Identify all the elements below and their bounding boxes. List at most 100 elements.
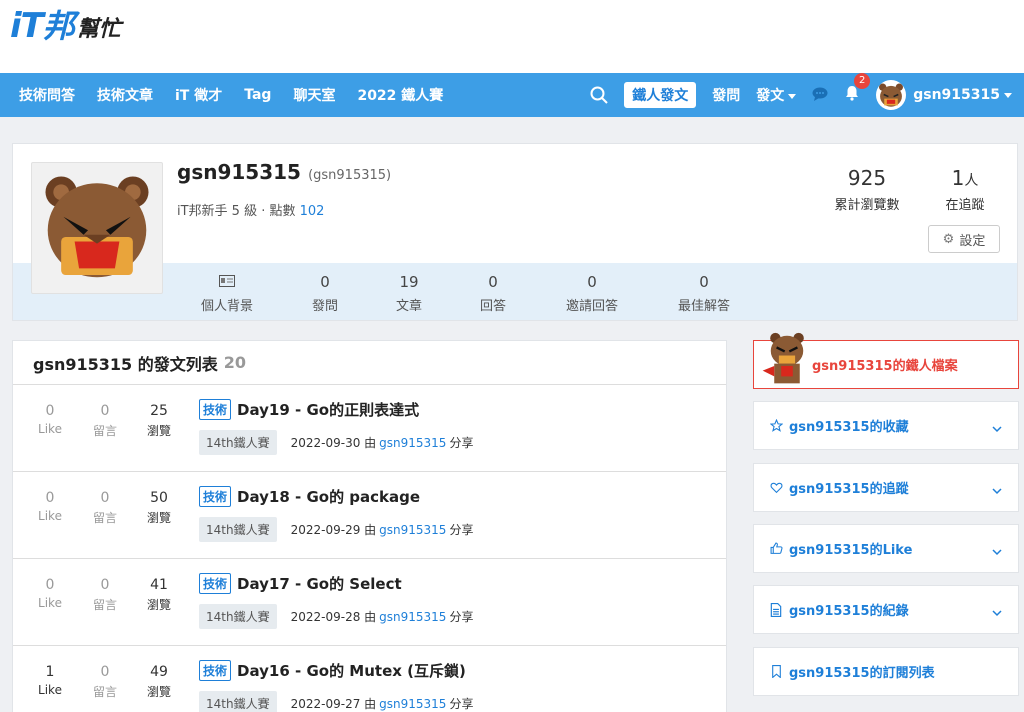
chat-icon[interactable] [812, 86, 828, 105]
chevron-down-icon [992, 480, 1002, 499]
notifications[interactable]: 2 [844, 73, 871, 105]
id-card-icon [195, 273, 259, 293]
view-count: 49 [150, 664, 168, 680]
post-meta: 14th鐵人賽 2022-09-30 由 gsn915315 分享 [199, 430, 473, 455]
stat-answers-count: 0 [488, 273, 498, 291]
post-title-link[interactable]: Day16 - Go的 Mutex (互斥鎖) [237, 660, 466, 681]
ask-button[interactable]: 發問 [712, 85, 740, 105]
stat-answers[interactable]: 0 回答 [467, 273, 519, 314]
sidebar-item-label: gsn915315的收藏 [789, 420, 909, 435]
stat-best-answers[interactable]: 0 最佳解答 [669, 273, 739, 314]
view-count: 25 [150, 403, 168, 419]
tech-tag[interactable]: 技術 [199, 486, 232, 507]
reply-metric: 0 留言 [80, 403, 130, 439]
sidebar-ironman-profile[interactable]: gsn915315的鐵人檔案 [753, 332, 1019, 389]
heart-icon [769, 481, 783, 495]
series-tag[interactable]: 14th鐵人賽 [199, 430, 277, 455]
stat-questions[interactable]: 0 發問 [299, 273, 351, 314]
post-dropdown[interactable]: 發文 [756, 85, 797, 105]
series-tag[interactable]: 14th鐵人賽 [199, 604, 277, 629]
reply-count: 0 [100, 664, 110, 680]
like-count: 1 [45, 664, 55, 680]
series-tag[interactable]: 14th鐵人賽 [199, 691, 277, 712]
ironman-profile-label: gsn915315的鐵人檔案 [812, 359, 958, 374]
view-count: 50 [150, 490, 168, 506]
chevron-down-icon [992, 418, 1002, 437]
profile-name: gsn915315 (gsn915315) [177, 160, 391, 184]
site-logo[interactable]: iT 邦 幫忙 [10, 6, 121, 46]
views-stat: 925 累計瀏覽數 [831, 166, 903, 213]
post-meta: 14th鐵人賽 2022-09-28 由 gsn915315 分享 [199, 604, 473, 629]
list-item: 1 Like 0 留言 49 瀏覽 技術 Day16 - Go的 Mutex (互斥鎖… [13, 646, 726, 712]
settings-button[interactable]: ⚙ 設定 [928, 225, 1000, 253]
sidebar-item-likes[interactable]: gsn915315的Like [753, 524, 1019, 573]
list-item: 0 Like 0 留言 41 瀏覽 技術 Day17 - Go的 Select 14t… [13, 559, 726, 646]
sidebar-item-subscriptions[interactable]: gsn915315的訂閱列表 [753, 647, 1019, 696]
series-tag[interactable]: 14th鐵人賽 [199, 517, 277, 542]
post-author-link[interactable]: gsn915315 [379, 697, 446, 711]
nav-item-tech-qa[interactable]: 技術問答 [19, 85, 75, 105]
main-navbar: 技術問答 技術文章 iT 徵才 Tag 聊天室 2022 鐵人賽 鐵人發文 發問… [0, 73, 1024, 117]
nav-item-tech-articles[interactable]: 技術文章 [97, 85, 153, 105]
post-author-link[interactable]: gsn915315 [379, 610, 446, 624]
view-label: 瀏覽 [146, 424, 171, 438]
post-author-link[interactable]: gsn915315 [379, 436, 446, 450]
reply-label: 留言 [92, 685, 117, 699]
views-count: 925 [847, 166, 887, 190]
stat-background[interactable]: 個人背景 [195, 273, 259, 314]
search-icon[interactable] [590, 86, 608, 104]
like-count: 0 [45, 490, 55, 506]
sidebar-item-following[interactable]: gsn915315的追蹤 [753, 463, 1019, 512]
stat-articles-count: 19 [399, 273, 419, 291]
view-metric: 41 瀏覽 [134, 577, 184, 613]
user-menu[interactable]: gsn915315 [876, 80, 1012, 110]
post-action: 分享 [449, 697, 474, 711]
following-stat[interactable]: 1人 在追蹤 [931, 166, 999, 213]
logo-help: 幫忙 [76, 17, 121, 42]
reply-metric: 0 留言 [80, 664, 130, 700]
sidebar-item-label: gsn915315的Like [789, 543, 913, 558]
stat-articles[interactable]: 19 文章 [383, 273, 435, 314]
following-label: 在追蹤 [945, 198, 985, 213]
stat-articles-label: 文章 [395, 299, 422, 314]
nav-item-ironman-2022[interactable]: 2022 鐵人賽 [357, 85, 443, 105]
views-label: 累計瀏覽數 [834, 198, 900, 213]
points-link[interactable]: 102 [300, 204, 325, 219]
view-count: 41 [150, 577, 168, 593]
post-date: 2022-09-29 由 [290, 523, 377, 537]
post-action: 分享 [449, 610, 474, 624]
chevron-down-icon [788, 93, 797, 99]
view-label: 瀏覽 [146, 685, 171, 699]
post-meta: 14th鐵人賽 2022-09-29 由 gsn915315 分享 [199, 517, 473, 542]
tech-tag[interactable]: 技術 [199, 399, 232, 420]
sidebar-item-label: gsn915315的紀錄 [789, 604, 909, 619]
post-title-link[interactable]: Day18 - Go的 package [237, 486, 420, 507]
post-title: 技術 Day18 - Go的 package [199, 486, 420, 507]
sidebar-item-label: gsn915315的訂閱列表 [789, 666, 935, 681]
like-label: Like [38, 596, 62, 610]
view-metric: 50 瀏覽 [134, 490, 184, 526]
nav-username: gsn915315 [913, 87, 1000, 103]
post-date: 2022-09-28 由 [290, 610, 377, 624]
post-author-link[interactable]: gsn915315 [379, 523, 446, 537]
stat-best-answers-count: 0 [699, 273, 709, 291]
tech-tag[interactable]: 技術 [199, 573, 232, 594]
post-title-link[interactable]: Day17 - Go的 Select [237, 573, 402, 594]
ironman-post-button[interactable]: 鐵人發文 [624, 82, 697, 108]
nav-item-tag[interactable]: Tag [244, 87, 271, 103]
profile-level: iT邦新手 5 級 · 點數 102 [177, 200, 324, 219]
nav-item-jobs[interactable]: iT 徵才 [175, 85, 222, 105]
stat-invites[interactable]: 0 邀請回答 [557, 273, 627, 314]
post-title-link[interactable]: Day19 - Go的正則表達式 [237, 399, 419, 420]
sidebar-item-favorites[interactable]: gsn915315的收藏 [753, 401, 1019, 450]
nav-item-chatroom[interactable]: 聊天室 [293, 85, 335, 105]
sidebar-item-records[interactable]: gsn915315的紀錄 [753, 585, 1019, 634]
nav-menu: 技術問答 技術文章 iT 徵才 Tag 聊天室 2022 鐵人賽 [19, 73, 465, 117]
stat-questions-label: 發問 [311, 299, 338, 314]
following-unit: 人 [964, 173, 979, 189]
like-count: 0 [45, 403, 55, 419]
like-label: Like [38, 509, 62, 523]
tech-tag[interactable]: 技術 [199, 660, 232, 681]
ironman-bear-icon [762, 332, 804, 383]
posts-list: gsn915315 的發文列表 20 0 Like 0 留言 25 瀏覽 技術 Day… [12, 340, 727, 712]
